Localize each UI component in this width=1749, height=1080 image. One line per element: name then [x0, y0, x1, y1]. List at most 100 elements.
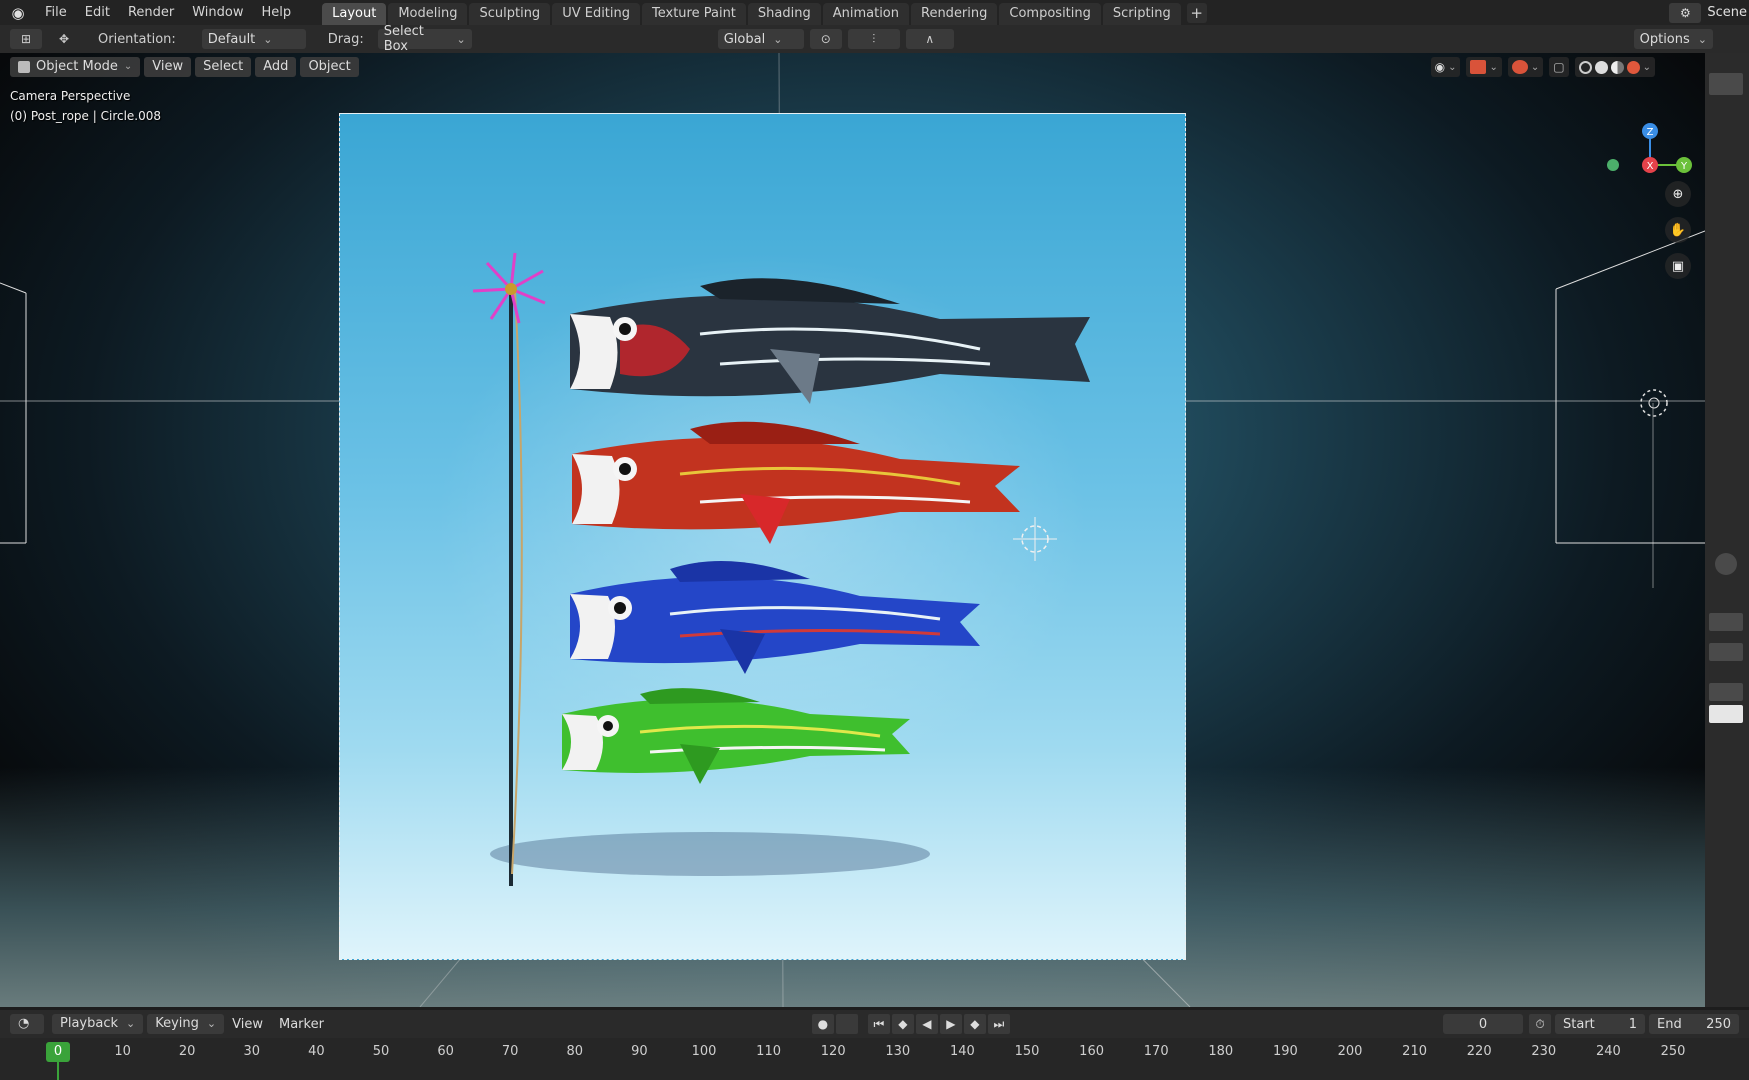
tab-rendering[interactable]: Rendering	[911, 3, 998, 25]
properties-field[interactable]	[1709, 613, 1743, 631]
gizmo-toggle[interactable]: ⌄	[1466, 57, 1502, 77]
viewport-menu-add[interactable]: Add	[255, 57, 297, 77]
start-value: 1	[1628, 1016, 1637, 1032]
viewport-menu-view[interactable]: View	[144, 57, 192, 77]
drag-dropdown[interactable]: Select Box	[377, 24, 472, 54]
keying-menu[interactable]: Keying	[147, 1014, 225, 1034]
ruler-tick-label: 140	[949, 1044, 975, 1059]
end-frame-field[interactable]: End 250	[1649, 1014, 1739, 1034]
tab-shading[interactable]: Shading	[747, 3, 821, 25]
color-swatch[interactable]	[1709, 705, 1743, 723]
tab-scripting[interactable]: Scripting	[1102, 3, 1181, 25]
visibility-toggle[interactable]: ◉ ⌄	[1430, 57, 1461, 77]
pan-hand-icon[interactable]: ✋	[1665, 217, 1691, 243]
proportional-editing-icon[interactable]: ∧	[905, 29, 954, 49]
object-mode-label: Object Mode	[36, 59, 118, 74]
shading-mode-group[interactable]: ⌄	[1574, 57, 1655, 77]
record-icon[interactable]: ●	[811, 1014, 834, 1034]
current-frame-value: 0	[1478, 1016, 1488, 1032]
pivot-point-icon[interactable]: ⊙	[809, 29, 842, 49]
play-icon[interactable]: ▶	[939, 1014, 962, 1034]
editor-type-icon[interactable]: ⊞	[10, 29, 42, 49]
playback-label: Playback	[60, 1016, 119, 1031]
navigation-gizmo[interactable]: Z X Y	[1605, 83, 1695, 183]
3d-viewport[interactable]: Object Mode ⌄ View Select Add Object Cam…	[0, 53, 1705, 1007]
view-name-label: Camera Perspective	[10, 89, 131, 103]
tab-texture-paint[interactable]: Texture Paint	[642, 3, 746, 25]
ruler-tick-label: 10	[114, 1044, 131, 1059]
ruler-tick-label: 50	[372, 1044, 390, 1059]
top-menu-bar: ◉ File Edit Render Window Help Layout Mo…	[0, 0, 1749, 25]
tab-compositing[interactable]: Compositing	[999, 3, 1101, 25]
rendered-shading-icon[interactable]	[1626, 60, 1640, 74]
orientation-label: Orientation:	[98, 31, 176, 47]
scene-icon[interactable]: ⚙	[1669, 2, 1702, 23]
jump-end-icon[interactable]: ⏭	[987, 1014, 1010, 1034]
add-workspace-button[interactable]: +	[1186, 3, 1207, 23]
material-shading-icon[interactable]	[1610, 60, 1624, 74]
current-frame-field[interactable]: 0	[1443, 1014, 1523, 1034]
tab-sculpting[interactable]: Sculpting	[469, 3, 551, 25]
object-mode-icon	[18, 61, 30, 73]
tab-animation[interactable]: Animation	[822, 3, 909, 25]
scene-label[interactable]: Scene	[1707, 5, 1749, 20]
scene-selector: ⚙ Scene	[1669, 0, 1749, 25]
menu-window[interactable]: Window	[183, 0, 252, 25]
ruler-tick-label: 230	[1531, 1044, 1557, 1059]
y-axis-label: Y	[1680, 161, 1688, 172]
start-frame-field[interactable]: Start 1	[1555, 1014, 1645, 1034]
tab-modeling[interactable]: Modeling	[388, 3, 468, 25]
transform-move-icon[interactable]: ✥	[52, 29, 76, 49]
viewport-menu-object[interactable]: Object	[300, 57, 359, 77]
xray-toggle[interactable]: ▢	[1549, 57, 1569, 77]
timeline-ruler[interactable]: 10 20 30 40 50 60 70 80 90 100 110 120 130 140 150 160 1…	[0, 1038, 1749, 1080]
options-dropdown[interactable]: Options	[1633, 29, 1713, 49]
snap-icon[interactable]: ⫶	[847, 29, 900, 49]
sidebar-toggle-icon[interactable]	[1709, 73, 1743, 95]
zoom-icon[interactable]: ⊕	[1665, 181, 1691, 207]
light-object-icon[interactable]	[1634, 383, 1674, 423]
tab-layout[interactable]: Layout	[322, 3, 387, 25]
timeline-editor-type-icon[interactable]: ◔	[10, 1014, 44, 1034]
tab-uv-editing[interactable]: UV Editing	[552, 3, 641, 25]
menu-file[interactable]: File	[36, 0, 76, 25]
ruler-tick-label: 150	[1014, 1044, 1040, 1059]
x-axis-label: X	[1647, 161, 1654, 172]
orientation-dropdown[interactable]: Default	[201, 29, 306, 49]
camera-view-frame[interactable]	[339, 113, 1186, 960]
playback-menu[interactable]: Playback	[52, 1014, 144, 1034]
ruler-tick-label: 100	[691, 1044, 717, 1059]
properties-tab-icon[interactable]	[1715, 553, 1737, 575]
end-label: End	[1657, 1016, 1682, 1032]
blender-logo-icon[interactable]: ◉	[0, 0, 36, 25]
menu-render[interactable]: Render	[119, 0, 183, 25]
properties-field[interactable]	[1709, 643, 1743, 661]
solid-shading-icon[interactable]	[1594, 60, 1608, 74]
timeline-menu-view[interactable]: View	[224, 1017, 271, 1032]
playhead[interactable]: 0	[46, 1042, 70, 1062]
ruler-tick-label: 200	[1337, 1044, 1363, 1059]
ruler-tick-label: 130	[885, 1044, 911, 1059]
wireframe-shading-icon[interactable]	[1578, 60, 1592, 74]
record-options-icon[interactable]	[835, 1014, 858, 1034]
viewport-menu-select[interactable]: Select	[195, 57, 252, 77]
next-keyframe-icon[interactable]: ◆	[963, 1014, 986, 1034]
transform-orientation-dropdown[interactable]: Global	[717, 29, 804, 49]
object-mode-dropdown[interactable]: Object Mode ⌄	[10, 57, 141, 77]
timeline-menu-marker[interactable]: Marker	[271, 1017, 332, 1032]
ruler-tick-label: 190	[1272, 1044, 1298, 1059]
menu-edit[interactable]: Edit	[76, 0, 119, 25]
chevron-down-icon: ⌄	[123, 61, 133, 72]
properties-field[interactable]	[1709, 683, 1743, 701]
jump-start-icon[interactable]: ⏮	[867, 1014, 890, 1034]
menu-help[interactable]: Help	[253, 0, 301, 25]
overlay-toggle[interactable]: ⌄	[1507, 57, 1544, 77]
prev-keyframe-icon[interactable]: ◆	[891, 1014, 914, 1034]
play-reverse-icon[interactable]: ◀	[915, 1014, 938, 1034]
stopwatch-icon[interactable]: ⏱	[1529, 1014, 1551, 1034]
koi-green	[562, 688, 910, 784]
camera-view-icon[interactable]: ▣	[1665, 253, 1691, 279]
ruler-tick-label: 80	[566, 1044, 584, 1059]
options-label: Options	[1639, 31, 1690, 47]
tool-settings-bar: ⊞ ✥ Orientation: Default Drag: Select Bo…	[0, 24, 1749, 54]
